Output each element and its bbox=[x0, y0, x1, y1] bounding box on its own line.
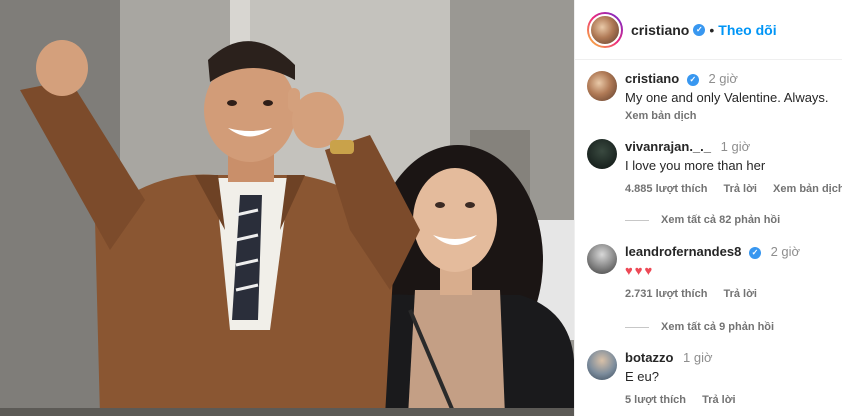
view-replies-label: Xem tất cả 9 phản hồi bbox=[661, 321, 775, 333]
caption: cristiano ✓ 2 giờ My one and only Valent… bbox=[587, 70, 842, 125]
comment-item: botazzo 1 giờ E eu? 5 lượt thích Trả lời bbox=[587, 349, 842, 409]
view-replies-button[interactable]: Xem tất cả 82 phản hồi bbox=[625, 214, 780, 226]
comment-avatar[interactable] bbox=[587, 139, 617, 169]
comment-username[interactable]: botazzo bbox=[625, 350, 673, 365]
caption-avatar[interactable] bbox=[587, 71, 617, 101]
comment-likes[interactable]: 2.731 lượt thích bbox=[625, 288, 707, 300]
comment-time[interactable]: 2 giờ bbox=[771, 244, 801, 259]
caption-username[interactable]: cristiano bbox=[625, 71, 679, 86]
comment-item: vivanrajan._._ 1 giờ I love you more tha… bbox=[587, 138, 842, 198]
caption-translate-button[interactable]: Xem bản dịch bbox=[625, 108, 842, 125]
comment-avatar[interactable] bbox=[587, 350, 617, 380]
view-replies-label: Xem tất cả 82 phản hồi bbox=[661, 214, 781, 226]
caption-text: My one and only Valentine. Always. bbox=[625, 90, 829, 105]
comment-username[interactable]: vivanrajan._._ bbox=[625, 139, 711, 154]
view-replies-button[interactable]: Xem tất cả 9 phản hồi bbox=[625, 321, 774, 333]
comment-text: E eu? bbox=[625, 369, 659, 384]
comment-item: leandrofernandes8 ✓ 2 giờ ♥♥♥ 2.731 lượt… bbox=[587, 243, 842, 303]
author-avatar[interactable] bbox=[587, 11, 623, 48]
replies-divider bbox=[625, 219, 649, 221]
caption-time[interactable]: 2 giờ bbox=[708, 71, 738, 86]
comments-panel: cristiano ✓ • Theo dõi cristiano ✓ 2 giờ… bbox=[574, 0, 842, 416]
post-image bbox=[0, 0, 574, 416]
reply-button[interactable]: Trả lời bbox=[723, 183, 757, 195]
comment-likes[interactable]: 5 lượt thích bbox=[625, 394, 686, 406]
replies-divider bbox=[625, 326, 649, 328]
follow-button[interactable]: Theo dõi bbox=[718, 22, 776, 38]
verified-badge-icon: ✓ bbox=[748, 246, 761, 259]
reply-button[interactable]: Trả lời bbox=[702, 394, 736, 406]
comment-time[interactable]: 1 giờ bbox=[721, 139, 751, 154]
comment-avatar[interactable] bbox=[587, 244, 617, 274]
comment-text: ♥♥♥ bbox=[625, 263, 655, 278]
verified-badge-icon: ✓ bbox=[693, 23, 706, 36]
comment-text: I love you more than her bbox=[625, 158, 766, 173]
comment-username[interactable]: leandrofernandes8 bbox=[625, 244, 741, 259]
post-header: cristiano ✓ • Theo dõi bbox=[575, 0, 842, 60]
comment-likes[interactable]: 4.885 lượt thích bbox=[625, 183, 707, 195]
verified-badge-icon: ✓ bbox=[686, 73, 699, 86]
author-username[interactable]: cristiano bbox=[631, 22, 689, 38]
translate-button[interactable]: Xem bản dịch bbox=[773, 183, 842, 195]
reply-button[interactable]: Trả lời bbox=[723, 288, 757, 300]
comment-time[interactable]: 1 giờ bbox=[683, 350, 713, 365]
post-photo[interactable] bbox=[0, 0, 574, 416]
separator-dot: • bbox=[709, 21, 715, 38]
